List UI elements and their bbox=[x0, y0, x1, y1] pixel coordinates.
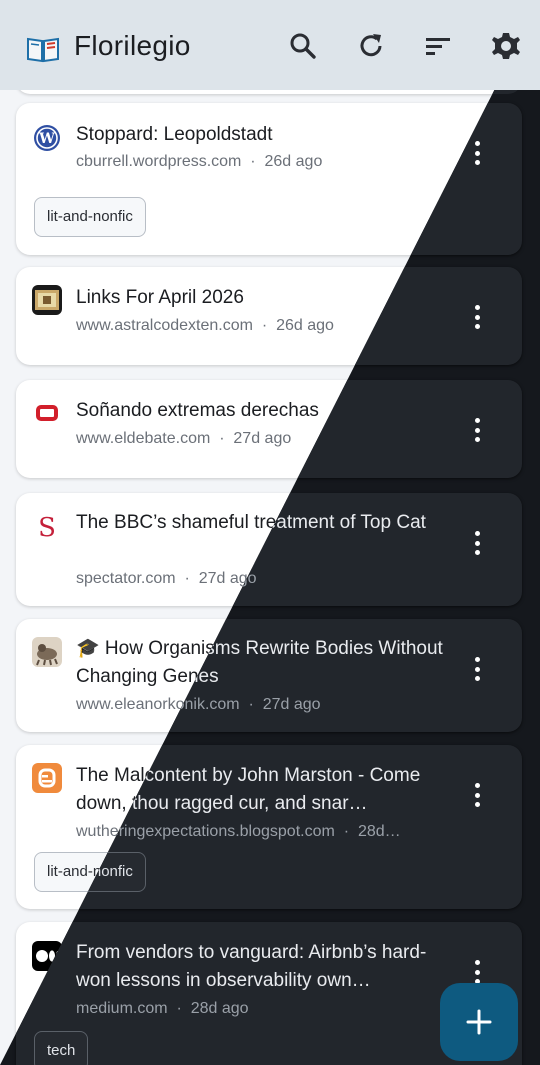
plus-icon bbox=[466, 1009, 492, 1035]
app-bar: Florilegio bbox=[0, 0, 540, 90]
tag-chip[interactable]: lit-and-nonfic bbox=[34, 197, 146, 237]
item-title[interactable]: Stoppard: Leopoldstadt bbox=[76, 121, 448, 149]
tag-chip[interactable]: tech bbox=[34, 1031, 89, 1065]
eleanorkonik-icon bbox=[32, 637, 62, 667]
svg-text:S: S bbox=[38, 513, 56, 541]
more-options-icon[interactable] bbox=[472, 305, 482, 333]
item-meta: medium.com · 28d ago bbox=[76, 1000, 448, 1018]
item-age: 27d ago bbox=[262, 696, 321, 713]
item-source: medium.com bbox=[76, 1000, 168, 1017]
item-source: spectator.com bbox=[76, 570, 176, 587]
item-title[interactable]: From vendors to vanguard: Airbnb’s hard-… bbox=[76, 939, 448, 995]
more-options-icon[interactable] bbox=[472, 531, 482, 559]
search-icon[interactable] bbox=[287, 30, 319, 62]
wordpress-icon: W bbox=[32, 123, 62, 153]
book-logo-icon bbox=[27, 37, 59, 63]
item-age: 27d ago bbox=[233, 430, 292, 447]
meta-separator: · bbox=[261, 317, 268, 334]
item-source: cburrell.wordpress.com bbox=[76, 153, 242, 170]
meta-separator: · bbox=[250, 153, 256, 170]
sort-icon[interactable] bbox=[422, 30, 454, 62]
item-meta: wutheringexpectations.blogspot.com · 28d… bbox=[76, 823, 448, 841]
spectator-icon: S bbox=[32, 511, 62, 541]
more-options-icon[interactable] bbox=[472, 418, 482, 446]
meta-separator: · bbox=[219, 430, 225, 447]
item-source: www.eldebate.com bbox=[76, 430, 211, 447]
meta-separator: · bbox=[248, 696, 254, 713]
item-age: 28d ago bbox=[190, 1000, 249, 1017]
settings-icon[interactable] bbox=[490, 30, 522, 62]
svg-text:W: W bbox=[38, 131, 55, 147]
more-options-icon[interactable] bbox=[472, 141, 482, 169]
refresh-icon[interactable] bbox=[355, 30, 387, 62]
item-age: 26d ago bbox=[264, 153, 323, 170]
add-feed-button[interactable] bbox=[440, 983, 518, 1061]
more-options-icon[interactable] bbox=[472, 783, 482, 811]
app-title: Florilegio bbox=[74, 30, 191, 61]
eldebate-icon bbox=[32, 398, 62, 428]
meta-separator: · bbox=[184, 570, 190, 587]
meta-separator: · bbox=[343, 823, 350, 840]
meta-separator: · bbox=[176, 1000, 182, 1017]
item-meta: cburrell.wordpress.com · 26d ago bbox=[76, 153, 448, 171]
astral-codex-icon bbox=[32, 285, 62, 315]
blogger-icon bbox=[32, 763, 62, 793]
more-options-icon[interactable] bbox=[472, 657, 482, 685]
item-source: www.astralcodexten.com bbox=[76, 317, 253, 334]
item-age: 28d… bbox=[357, 823, 401, 840]
item-age: 26d ago bbox=[276, 317, 334, 334]
